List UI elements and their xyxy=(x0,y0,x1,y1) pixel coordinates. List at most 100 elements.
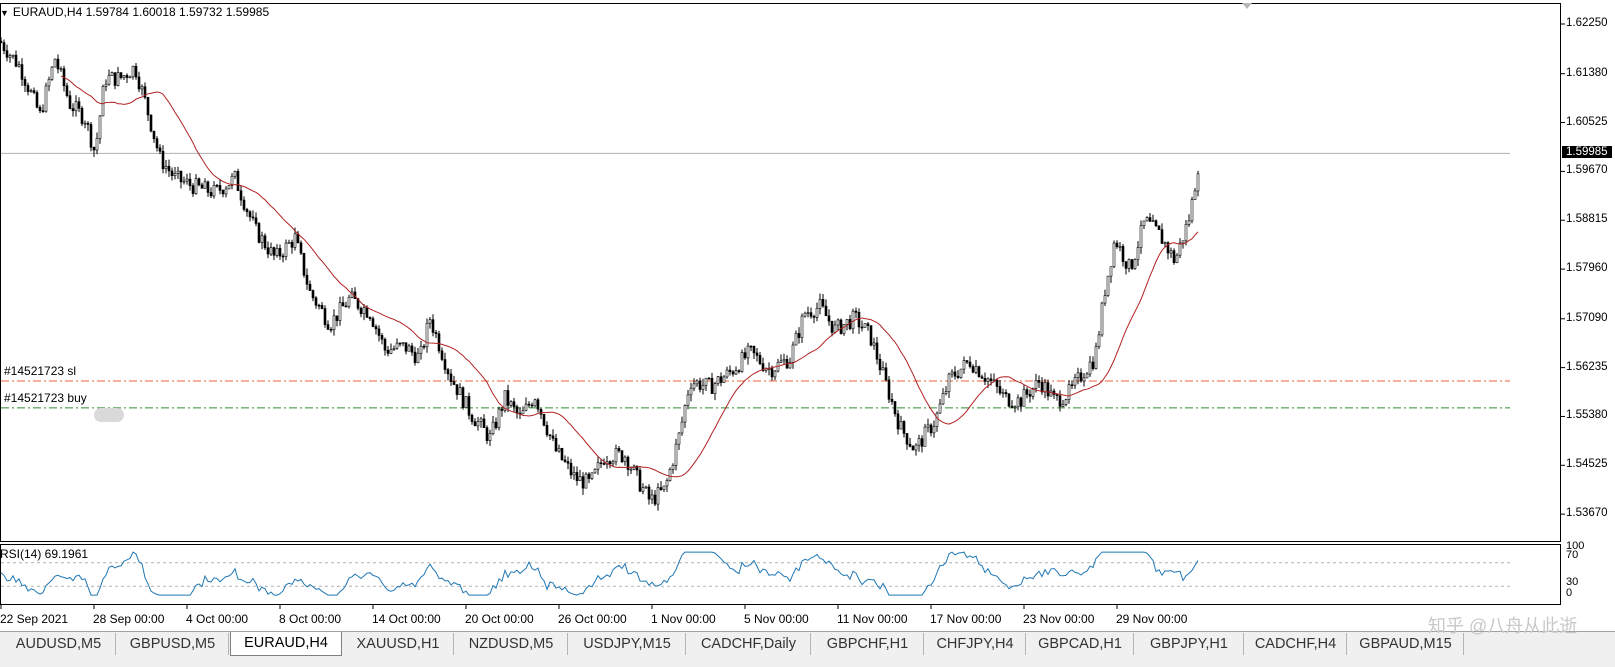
candle-body xyxy=(365,307,369,318)
candle-body xyxy=(920,438,924,447)
chart-tab[interactable]: XAUUSD,H1 xyxy=(343,633,454,655)
candle-body xyxy=(452,381,456,385)
candle-body xyxy=(866,323,870,326)
candle-body xyxy=(581,476,585,489)
candle-body xyxy=(227,185,231,190)
candle-body xyxy=(1163,242,1167,244)
chart-tab[interactable]: GBPJPY,H1 xyxy=(1135,633,1244,655)
time-axis-label: 8 Oct 00:00 xyxy=(279,612,342,626)
candle-body xyxy=(50,66,54,80)
candle-body xyxy=(686,394,690,406)
chart-tab[interactable]: GBPCHF,H1 xyxy=(812,633,924,655)
candle-body xyxy=(842,324,846,334)
candle-body xyxy=(899,421,903,430)
candle-body xyxy=(329,328,333,331)
candle-body xyxy=(476,421,480,427)
candle-body xyxy=(758,355,762,364)
candle-body xyxy=(89,124,93,148)
shift-marker-icon[interactable] xyxy=(1242,3,1252,9)
chart-tab[interactable]: CHFJPY,H4 xyxy=(925,633,1026,655)
chart-menu-arrow-icon[interactable]: ▼ xyxy=(0,8,9,18)
candle-body xyxy=(806,312,810,314)
candle-body xyxy=(539,408,543,415)
candle-body xyxy=(1193,190,1197,200)
candle-body xyxy=(572,472,576,476)
candle-body xyxy=(752,345,756,354)
candle-body xyxy=(977,366,981,378)
candle-body xyxy=(278,248,282,257)
candle-body xyxy=(1064,399,1068,405)
candle-body xyxy=(710,378,714,394)
candle-body xyxy=(434,332,438,335)
chart-tab[interactable]: AUDUSD,M5 xyxy=(2,633,116,655)
candle-body xyxy=(941,393,945,405)
candle-body xyxy=(836,319,840,326)
candle-body xyxy=(713,383,717,394)
symbol-ohlc: EURAUD,H4 1.59784 1.60018 1.59732 1.5998… xyxy=(12,5,270,19)
chart-tab-bar: AUDUSD,M5 GBPUSD,M5 EURAUD,H4 XAUUSD,H1 NZDU… xyxy=(0,631,1615,667)
candle-body xyxy=(1082,377,1086,382)
candle-body xyxy=(392,348,396,350)
candle-body xyxy=(191,185,195,194)
candle-body xyxy=(419,345,423,354)
candle-body xyxy=(1079,372,1083,382)
candle-body xyxy=(1067,384,1071,400)
price-chart[interactable] xyxy=(0,0,1615,630)
candle-body xyxy=(194,178,198,194)
candle-body xyxy=(1100,302,1104,336)
candle-body xyxy=(158,147,162,152)
candle-body xyxy=(1037,380,1041,383)
candle-body xyxy=(32,90,36,93)
candle-body xyxy=(569,462,573,476)
candle-body xyxy=(464,396,468,409)
candle-body xyxy=(314,297,318,306)
candle-body xyxy=(491,421,495,435)
candle-body xyxy=(95,138,99,151)
candle-body xyxy=(1016,397,1020,408)
candle-body xyxy=(68,95,72,109)
candle-body xyxy=(251,216,255,219)
price-axis-ticks xyxy=(1561,23,1565,515)
candle-body xyxy=(614,448,618,463)
candle-body xyxy=(902,421,906,434)
candle-body xyxy=(47,79,51,87)
chart-tab[interactable]: NZDUSD,M5 xyxy=(455,633,568,655)
candle-body xyxy=(695,380,699,385)
chart-tab[interactable]: GBPCAD,H1 xyxy=(1027,633,1134,655)
candle-body xyxy=(662,485,666,490)
chart-window[interactable]: ▼ EURAUD,H4 1.59784 1.60018 1.59732 1.599… xyxy=(0,0,1615,630)
candle-body xyxy=(320,305,324,309)
candle-body xyxy=(146,97,150,116)
candle-body xyxy=(446,369,450,375)
candle-body xyxy=(347,296,351,307)
chart-tab[interactable]: CADCHF,H4 xyxy=(1245,633,1347,655)
candle-body xyxy=(875,342,879,360)
candle-body xyxy=(401,342,405,344)
chart-tab[interactable]: GBPUSD,M5 xyxy=(117,633,229,655)
candle-body xyxy=(869,325,873,346)
candle-body xyxy=(1151,220,1155,222)
candle-body xyxy=(527,403,531,406)
candle-body xyxy=(596,462,600,470)
chart-tab[interactable]: USDJPY,M15 xyxy=(569,633,686,655)
candle-body xyxy=(1022,389,1026,407)
candle-body xyxy=(974,366,978,373)
candle-body xyxy=(677,432,681,445)
price-axis-label: 1.55380 xyxy=(1566,409,1608,422)
candle-body xyxy=(824,305,828,317)
candle-body xyxy=(563,459,567,462)
price-axis-label: 1.59670 xyxy=(1566,164,1608,177)
candle-body xyxy=(5,50,9,58)
candle-body xyxy=(791,344,795,363)
chart-tab[interactable]: CADCHF,Daily xyxy=(687,633,811,655)
candle-body xyxy=(1088,361,1092,375)
candle-body xyxy=(893,401,897,415)
time-axis-label: 28 Sep 00:00 xyxy=(93,612,165,626)
candle-body xyxy=(545,424,549,436)
candle-body xyxy=(53,58,57,68)
candle-body xyxy=(680,421,684,434)
chart-tab[interactable]: EURAUD,H4 xyxy=(230,632,342,656)
candle-body xyxy=(299,242,303,254)
candle-body xyxy=(887,379,891,400)
time-axis-label: 5 Nov 00:00 xyxy=(744,612,809,626)
